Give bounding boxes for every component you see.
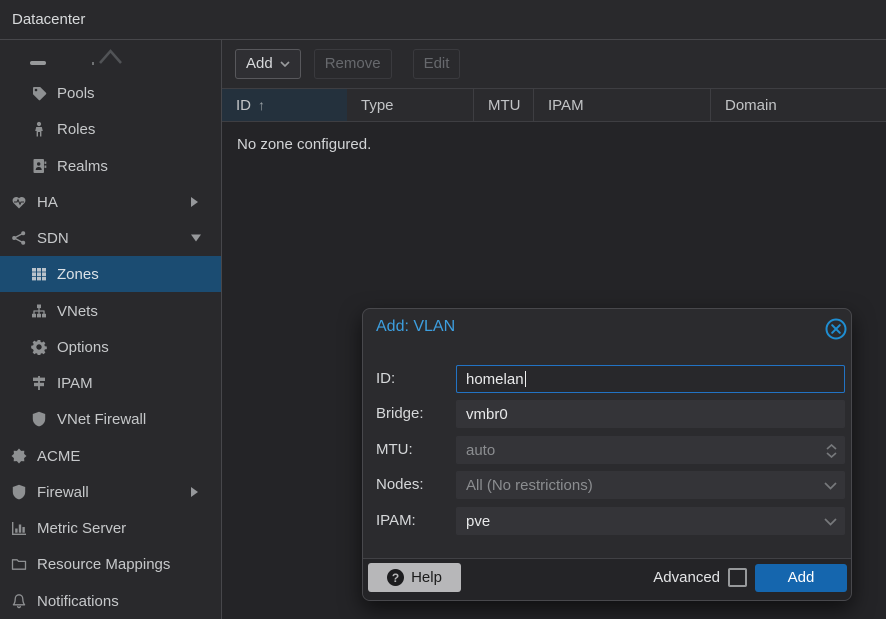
spinner-up-down-icon[interactable] (826, 437, 837, 465)
sidebar-item-zones[interactable]: Zones (0, 256, 221, 292)
bar-chart-icon (10, 520, 28, 536)
zones-toolbar: Add Remove Edit (222, 40, 886, 88)
edit-button[interactable]: Edit (413, 49, 461, 79)
close-icon[interactable] (824, 317, 848, 341)
user-icon (30, 121, 48, 137)
tag-icon (30, 85, 48, 101)
id-input[interactable]: homelan (456, 365, 845, 393)
sidebar-item-notifications[interactable]: Notifications (0, 583, 221, 619)
column-header-ipam[interactable]: IPAM (533, 89, 710, 121)
sidebar-item-label: Zones (57, 266, 99, 283)
sidebar-item-label: Firewall (37, 484, 89, 501)
add-button[interactable]: Add (235, 49, 301, 79)
sidebar-tree: Pools Roles Realms HA SDN (0, 40, 222, 619)
sidebar-item-resource-mappings[interactable]: Resource Mappings (0, 546, 221, 582)
certificate-icon (10, 448, 28, 464)
top-header-bar: Datacenter (0, 0, 886, 40)
advanced-label: Advanced (653, 569, 720, 586)
field-row-id: ID: homelan (376, 365, 845, 393)
sidebar-item-metric-server[interactable]: Metric Server (0, 510, 221, 546)
sidebar-item-sdn[interactable]: SDN (0, 220, 221, 256)
folder-icon (10, 556, 28, 572)
remove-button[interactable]: Remove (314, 49, 392, 79)
sidebar-item-acme[interactable]: ACME (0, 438, 221, 474)
heartbeat-icon (10, 194, 28, 210)
map-signs-icon (30, 375, 48, 391)
chevron-down-icon (280, 61, 290, 67)
sidebar-item-options[interactable]: Options (0, 329, 221, 365)
sidebar-item-label: Notifications (37, 593, 119, 610)
column-header-type[interactable]: Type (347, 89, 473, 121)
sidebar-item-label: Pools (57, 85, 95, 102)
bridge-input[interactable]: vmbr0 (456, 400, 845, 428)
sidebar-item-label: SDN (37, 230, 69, 247)
field-row-ipam: IPAM: pve (376, 507, 845, 535)
field-row-mtu: MTU: auto (376, 436, 845, 464)
column-header-id[interactable]: ID ↑ (222, 89, 347, 121)
sidebar-item-label: Metric Server (37, 520, 126, 537)
gear-icon (30, 339, 48, 355)
sort-asc-icon: ↑ (258, 97, 265, 113)
sidebar-item-label: HA (37, 194, 58, 211)
sidebar-item-vnets[interactable]: VNets (0, 293, 221, 329)
nodes-label: Nodes: (376, 471, 456, 499)
sidebar-item-label: Realms (57, 158, 108, 175)
clipped-item-icon (30, 61, 46, 65)
shield-icon (30, 411, 48, 427)
sidebar-item-realms[interactable]: Realms (0, 148, 221, 184)
add-vlan-dialog: Add: VLAN ID: homelan Bridge: vmbr0 MTU:… (362, 308, 852, 601)
text-cursor (525, 371, 527, 387)
sidebar-item-ipam[interactable]: IPAM (0, 365, 221, 401)
expand-arrow-icon[interactable] (191, 197, 198, 207)
sidebar-item-ha[interactable]: HA (0, 184, 221, 220)
sidebar-item-label: Resource Mappings (37, 556, 170, 573)
sidebar-item-pools[interactable]: Pools (0, 75, 221, 111)
sidebar-item-label: ACME (37, 448, 80, 465)
id-label: ID: (376, 365, 456, 393)
mtu-label: MTU: (376, 436, 456, 464)
sidebar-item-firewall[interactable]: Firewall (0, 474, 221, 510)
dialog-add-button[interactable]: Add (755, 564, 847, 592)
sitemap-icon (30, 303, 48, 319)
ipam-combobox[interactable]: pve (456, 507, 845, 535)
bridge-label: Bridge: (376, 400, 456, 428)
expand-arrow-icon[interactable] (191, 487, 198, 497)
advanced-checkbox[interactable] (728, 568, 747, 587)
sidebar-item-roles[interactable]: Roles (0, 111, 221, 147)
help-button[interactable]: ? Help (368, 563, 461, 592)
dropdown-chevron-icon[interactable] (824, 508, 837, 536)
zones-table-header: ID ↑ Type MTU IPAM Domain (222, 88, 886, 122)
dropdown-chevron-icon[interactable] (824, 472, 837, 500)
sidebar-item-vnet-firewall[interactable]: VNet Firewall (0, 401, 221, 437)
page-title: Datacenter (12, 11, 85, 28)
sidebar-item-label: VNets (57, 303, 98, 320)
chevron-up-icon (98, 48, 123, 65)
shield-icon (10, 484, 28, 500)
bell-icon (10, 593, 28, 609)
dialog-title: Add: VLAN (376, 318, 455, 336)
column-header-mtu[interactable]: MTU (473, 89, 533, 121)
sidebar-item-label: IPAM (57, 375, 93, 392)
mtu-spinner[interactable]: auto (456, 436, 845, 464)
proxmox-datacenter-page: Datacenter Pools Roles Realms HA (0, 0, 886, 619)
collapse-arrow-icon[interactable] (191, 235, 201, 242)
address-book-icon (30, 158, 48, 174)
question-circle-icon: ? (387, 569, 404, 586)
empty-table-message: No zone configured. (237, 136, 371, 153)
column-header-domain[interactable]: Domain (710, 89, 886, 121)
ipam-label: IPAM: (376, 507, 456, 535)
field-row-nodes: Nodes: All (No restrictions) (376, 471, 845, 499)
sidebar-item-label: VNet Firewall (57, 411, 146, 428)
network-nodes-icon (10, 230, 28, 246)
sidebar-item-label: Roles (57, 121, 95, 138)
dialog-footer: ? Help Advanced Add (363, 558, 851, 601)
sidebar-item-label: Options (57, 339, 109, 356)
nodes-combobox[interactable]: All (No restrictions) (456, 471, 845, 499)
field-row-bridge: Bridge: vmbr0 (376, 400, 845, 428)
grid-icon (30, 266, 48, 282)
